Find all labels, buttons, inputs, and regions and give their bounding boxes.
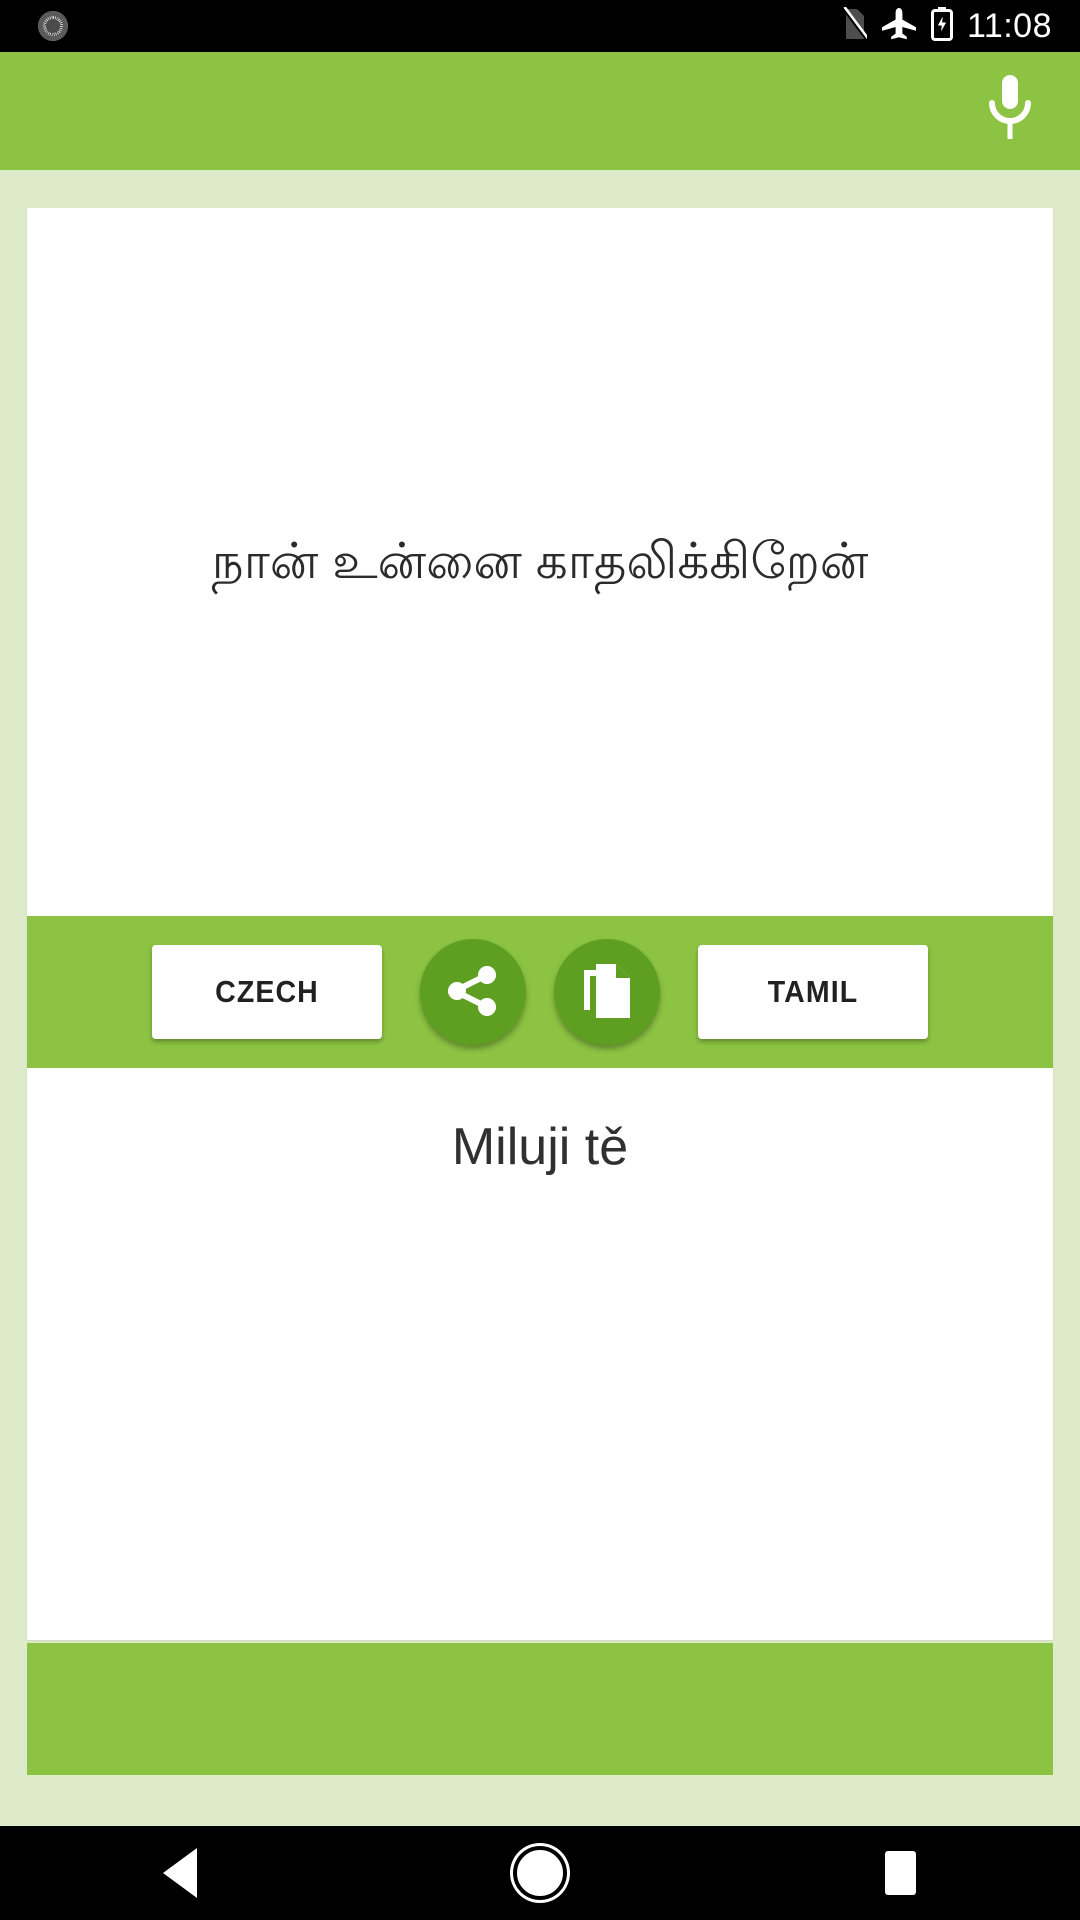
source-text-pane[interactable]: நான் உன்னை காதலிக்கிறேன் [27, 208, 1053, 916]
no-sim-icon [841, 5, 870, 46]
source-text: நான் உன்னை காதலிக்கிறேன் [211, 533, 869, 590]
recents-icon [884, 1851, 916, 1895]
back-button[interactable] [0, 1848, 360, 1898]
target-text-pane[interactable]: Miluji tě [27, 1068, 1053, 1640]
navigation-bar [0, 1826, 1080, 1920]
share-button[interactable] [420, 939, 526, 1045]
microphone-button[interactable] [962, 63, 1058, 159]
status-bar-notifications [0, 11, 68, 41]
app-bar [0, 52, 1080, 170]
phone-screen: 11:08 நான் உன்னை காதலிக்கிறேன் CZECH TAM… [0, 0, 1080, 1920]
status-bar: 11:08 [0, 0, 1080, 52]
home-button[interactable] [360, 1850, 720, 1896]
translated-text: Miluji tě [451, 1118, 629, 1176]
source-language-button[interactable]: CZECH [152, 945, 382, 1039]
copy-icon [580, 962, 634, 1023]
language-toolbar: CZECH TAMIL [27, 916, 1053, 1068]
home-icon [517, 1850, 563, 1896]
airplane-mode-icon [881, 7, 917, 46]
ad-placeholder[interactable] [27, 1643, 1053, 1775]
status-bar-clock: 11:08 [966, 6, 1052, 45]
copy-button[interactable] [554, 939, 660, 1045]
recents-button[interactable] [720, 1851, 1080, 1895]
back-icon [163, 1848, 197, 1898]
microphone-icon [984, 73, 1036, 150]
status-bar-system-icons: 11:08 [841, 5, 1080, 46]
alarm-clock-icon [38, 11, 68, 41]
target-language-button[interactable]: TAMIL [698, 945, 928, 1039]
share-icon [445, 963, 501, 1022]
battery-charging-icon [930, 6, 953, 46]
translation-card: நான் உன்னை காதலிக்கிறேன் CZECH TAMIL Mil… [27, 208, 1053, 1640]
